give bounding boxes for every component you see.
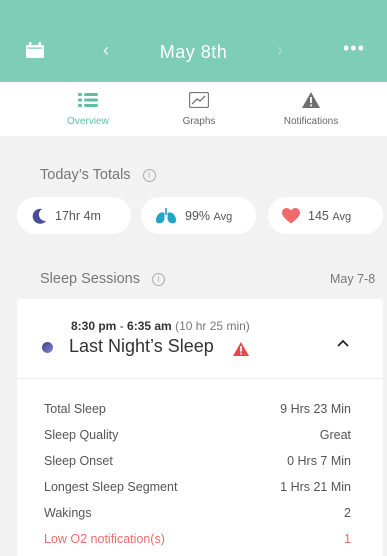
session-time-separator: -	[116, 319, 128, 333]
tab-overview[interactable]: Overview	[33, 88, 143, 127]
heart-rate-suffix: Avg	[332, 210, 352, 223]
chart-icon	[189, 92, 209, 108]
top-bar: ‹ May 8th › •••	[0, 0, 387, 82]
totals-title: Today’s Totals	[40, 167, 131, 183]
stat-value: 0 Hrs 7 Min	[287, 454, 351, 468]
session-dot-icon	[42, 342, 53, 353]
stat-row: Sleep Quality Great	[44, 428, 351, 448]
session-duration: (10 hr 25 min)	[175, 319, 250, 333]
oxygen-pill[interactable]: 99% Avg	[141, 197, 256, 234]
heart-rate-value: 145	[308, 208, 329, 223]
stat-label: Sleep Quality	[44, 428, 119, 442]
tab-label: Overview	[67, 116, 109, 127]
stat-row: Longest Sleep Segment 1 Hrs 21 Min	[44, 480, 351, 500]
session-start: 8:30 pm	[71, 319, 117, 333]
stat-row: Sleep Onset 0 Hrs 7 Min	[44, 454, 351, 474]
warning-icon	[302, 92, 320, 108]
lungs-icon	[155, 207, 177, 223]
oxygen-suffix: Avg	[213, 210, 233, 223]
stat-row: Wakings 2	[44, 506, 351, 526]
stat-value: 1 Hrs 21 Min	[280, 480, 351, 494]
session-name: Last Night’s Sleep	[69, 336, 214, 356]
page-title: May 8th	[159, 42, 228, 62]
session-end: 6:35 am	[127, 319, 172, 333]
info-icon[interactable]: i	[142, 169, 156, 182]
sessions-title: Sleep Sessions	[40, 271, 140, 287]
more-menu-button[interactable]: •••	[343, 38, 365, 59]
list-icon	[78, 93, 98, 107]
card-divider	[17, 378, 383, 379]
sleep-session-card: 8:30 pm - 6:35 am (10 hr 25 min) Last Ni…	[17, 299, 383, 556]
total-sleep-value: 17hr 4m	[55, 208, 101, 223]
warning-icon[interactable]	[233, 342, 249, 356]
moon-icon	[32, 208, 46, 224]
stat-value: 2	[344, 506, 351, 520]
next-day-button[interactable]: ›	[277, 40, 283, 61]
session-time: 8:30 pm - 6:35 am (10 hr 25 min)	[71, 319, 250, 333]
sessions-section-title: Sleep Sessions i	[40, 271, 165, 287]
stat-row: Total Sleep 9 Hrs 23 Min	[44, 402, 351, 422]
stat-label: Total Sleep	[44, 402, 106, 416]
tab-graphs[interactable]: Graphs	[144, 88, 254, 127]
stat-label: Longest Sleep Segment	[44, 480, 178, 494]
session-date-range: May 7-8	[330, 272, 376, 286]
totals-section-title: Today’s Totals i	[40, 167, 156, 183]
tab-notifications[interactable]: Notifications	[256, 88, 366, 127]
stat-label: Wakings	[44, 506, 92, 520]
stat-label: Low O2 notification(s)	[44, 532, 165, 546]
stat-value: 1	[344, 532, 351, 546]
info-icon[interactable]: i	[151, 273, 165, 286]
chevron-up-icon[interactable]	[335, 335, 351, 351]
stat-row-alert[interactable]: Low O2 notification(s) 1	[44, 532, 351, 552]
stat-value: Great	[319, 428, 351, 442]
stat-value: 9 Hrs 23 Min	[280, 402, 351, 416]
tab-label: Graphs	[182, 116, 216, 127]
oxygen-value: 99%	[185, 208, 211, 223]
heart-rate-pill[interactable]: 145 Avg	[268, 197, 383, 234]
tab-bar: Overview Graphs Notifications	[0, 82, 387, 136]
tab-label: Notifications	[283, 116, 339, 127]
heart-icon	[282, 207, 300, 223]
stat-label: Sleep Onset	[44, 454, 113, 468]
total-sleep-pill[interactable]: 17hr 4m	[17, 197, 131, 234]
